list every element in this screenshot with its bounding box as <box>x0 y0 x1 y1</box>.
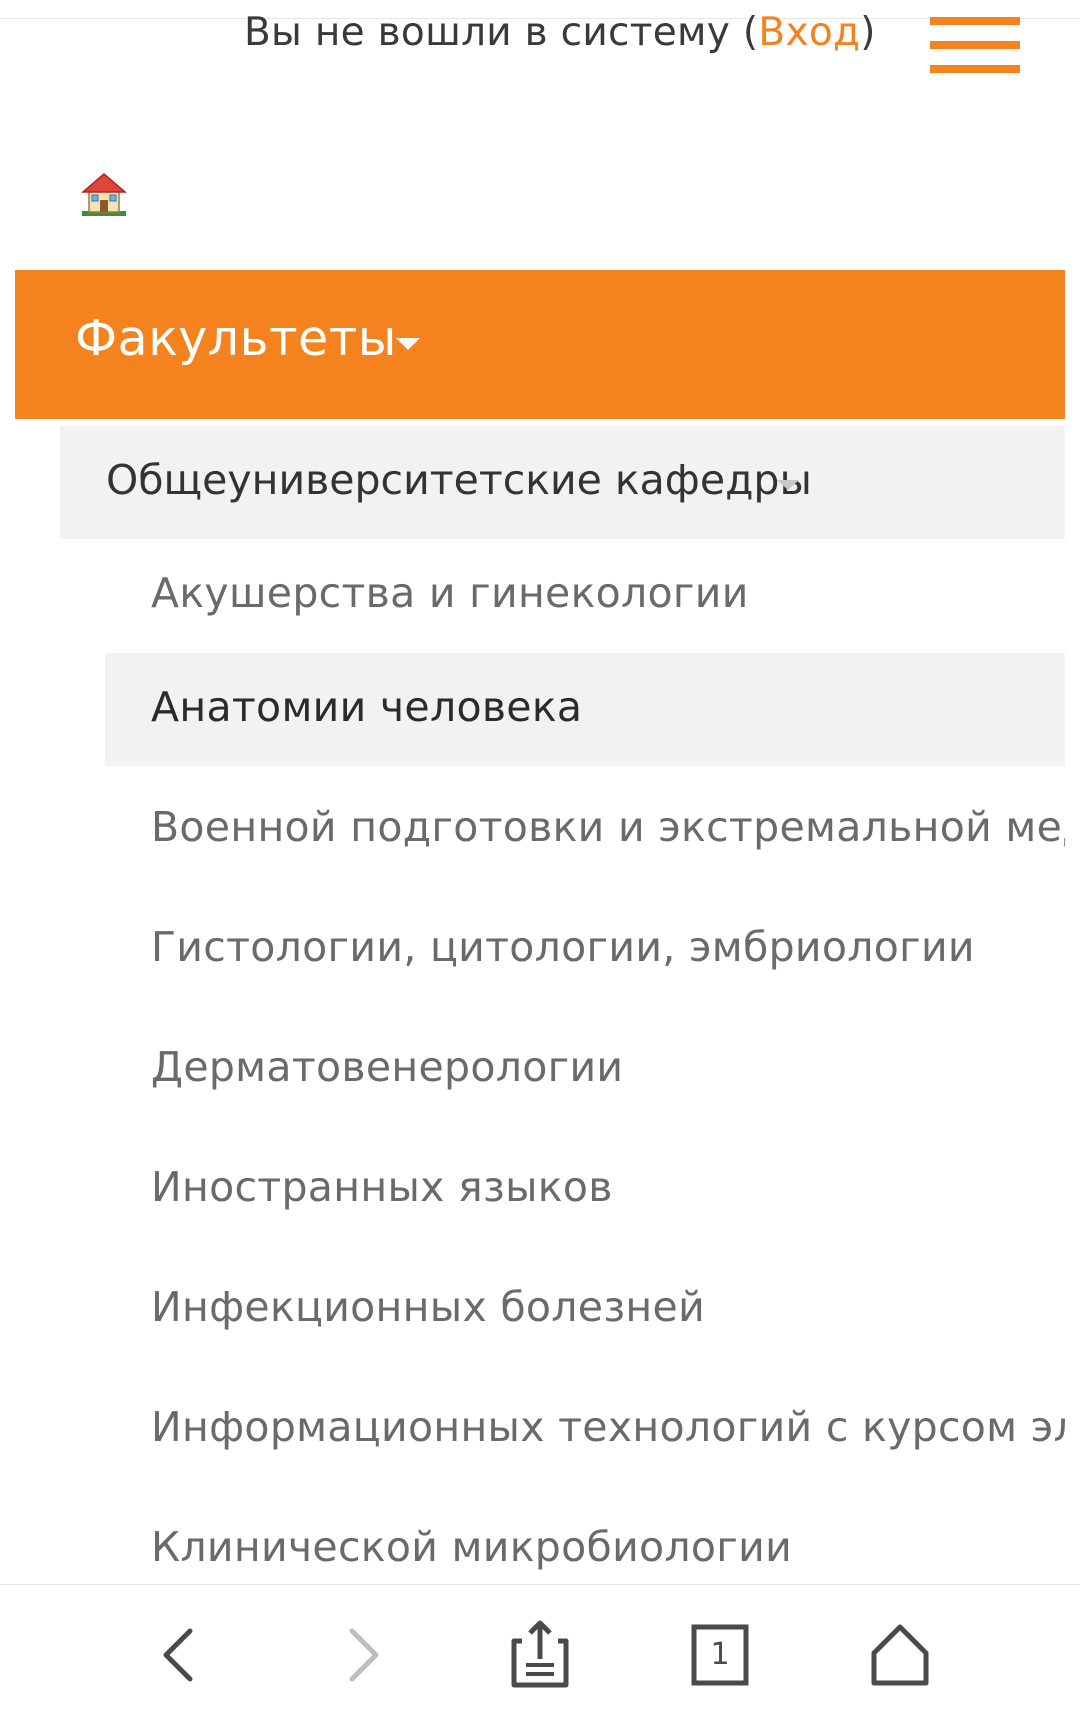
forward-icon[interactable] <box>322 1615 402 1695</box>
browser-toolbar: 1 <box>0 1584 1080 1729</box>
department-label: Анатомии человека <box>151 683 583 731</box>
faculties-dropdown[interactable]: Факультеты <box>15 270 1065 419</box>
login-suffix: ) <box>860 10 876 55</box>
department-item[interactable]: Информационных технологий с курсом элект… <box>105 1373 1065 1486</box>
department-item[interactable]: Гистологии, цитологии, эмбриологии <box>105 893 1065 1006</box>
login-link[interactable]: Вход <box>758 10 860 55</box>
department-item[interactable]: Инфекционных болезней <box>105 1253 1065 1366</box>
home-icon[interactable] <box>860 1615 940 1695</box>
login-prefix: Вы не вошли в систему ( <box>244 10 759 55</box>
back-icon[interactable] <box>140 1615 220 1695</box>
department-label: Дерматовенерологии <box>151 1043 624 1091</box>
department-label: Военной подготовки и экстремальной медиц… <box>151 803 1065 851</box>
hamburger-menu-icon[interactable] <box>930 17 1020 73</box>
department-item[interactable]: Акушерства и гинекологии <box>105 539 1065 652</box>
tab-count: 1 <box>710 1637 730 1672</box>
tabs-icon[interactable]: 1 <box>680 1615 760 1695</box>
caret-down-icon <box>777 480 799 490</box>
house-icon[interactable] <box>80 170 128 218</box>
section-label: Общеуниверситетские кафедры <box>106 456 812 504</box>
login-status: Вы не вошли в систему (Вход) <box>244 10 876 55</box>
department-item-active[interactable]: Анатомии человека <box>105 653 1065 766</box>
department-label: Инфекционных болезней <box>151 1283 706 1331</box>
department-item[interactable]: Дерматовенерологии <box>105 1013 1065 1126</box>
department-item[interactable]: Военной подготовки и экстремальной медиц… <box>105 773 1065 886</box>
department-label: Иностранных языков <box>151 1163 613 1211</box>
department-list: Акушерства и гинекологии Анатомии челове… <box>105 539 1065 1583</box>
department-label: Клинической микробиологии <box>151 1523 793 1571</box>
department-label: Гистологии, цитологии, эмбриологии <box>151 923 975 971</box>
department-label: Информационных технологий с курсом элект… <box>151 1403 1065 1451</box>
faculties-label: Факультеты <box>75 310 397 367</box>
department-item[interactable]: Клинической микробиологии <box>105 1493 1065 1583</box>
department-label: Акушерства и гинекологии <box>151 569 749 617</box>
caret-down-icon <box>396 338 420 350</box>
department-item[interactable]: Иностранных языков <box>105 1133 1065 1246</box>
share-icon[interactable] <box>500 1615 580 1695</box>
section-dropdown[interactable]: Общеуниверситетские кафедры <box>60 426 1065 539</box>
